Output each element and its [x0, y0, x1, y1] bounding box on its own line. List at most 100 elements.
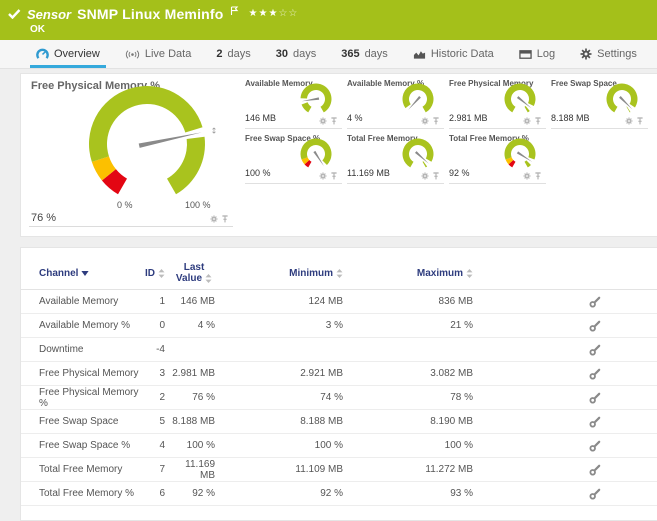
- mini-gauge-tile[interactable]: Free Swap Space 8.188 MB: [551, 78, 648, 129]
- cell-minimum: 100 %: [314, 440, 343, 451]
- gear-icon[interactable]: [319, 117, 327, 125]
- star-icon: ★: [248, 7, 259, 19]
- cell-actions: [477, 416, 657, 428]
- sort-both-icon: [336, 268, 343, 278]
- channel-settings-wrench-icon[interactable]: [589, 392, 601, 404]
- channel-gauge-value: 100 %: [245, 168, 271, 178]
- main-gauge-value: 76 %: [31, 212, 57, 224]
- tab-historic-data[interactable]: Historic Data: [407, 40, 500, 68]
- pin-icon[interactable]: [534, 172, 542, 180]
- tab-settings[interactable]: Settings: [574, 40, 643, 68]
- channel-settings-wrench-icon[interactable]: [589, 368, 601, 380]
- gear-icon[interactable]: [421, 117, 429, 125]
- pin-icon[interactable]: [330, 172, 338, 180]
- status-badge: OK: [30, 24, 45, 35]
- cell-last-value: 8.188 MB: [172, 416, 215, 427]
- pin-icon[interactable]: [221, 215, 229, 223]
- gear-icon[interactable]: [625, 117, 633, 125]
- tab-2-days[interactable]: 2 days: [210, 40, 256, 68]
- tab-overview[interactable]: Overview: [30, 40, 106, 68]
- mini-gauge-tile[interactable]: Free Physical Memory 2.981 MB: [449, 78, 546, 129]
- tab-365-days[interactable]: 365 days: [335, 40, 394, 68]
- gear-icon[interactable]: [210, 215, 218, 223]
- sensor-header: Sensor SNMP Linux Meminfo ★★★☆☆ OK: [0, 0, 657, 40]
- table-row[interactable]: Total Free Memory % 6 92 % 92 % 93 %: [21, 482, 657, 506]
- table-row[interactable]: Free Physical Memory % 2 76 % 74 % 78 %: [21, 386, 657, 410]
- star-icon: ☆: [288, 7, 299, 19]
- mini-gauge-tile[interactable]: Total Free Memory 11.169 MB: [347, 133, 444, 184]
- channel-gauge: [504, 138, 536, 168]
- cell-maximum: 3.082 MB: [430, 368, 473, 379]
- cell-actions: [477, 440, 657, 452]
- cell-minimum: 74 %: [320, 392, 343, 403]
- table-row[interactable]: Available Memory % 0 4 % 3 % 21 %: [21, 314, 657, 338]
- pin-icon[interactable]: [432, 117, 440, 125]
- gear-icon[interactable]: [319, 172, 327, 180]
- tab-30-days[interactable]: 30 days: [270, 40, 323, 68]
- channel-gauge-actions: [523, 172, 542, 180]
- pin-icon[interactable]: [636, 117, 644, 125]
- status-check-icon: [8, 9, 21, 19]
- channel-settings-wrench-icon[interactable]: [589, 416, 601, 428]
- gauges-panel: Free Physical Memory % ↕ 0 % 100 % 76 % …: [20, 73, 657, 237]
- cell-minimum: 11.109 MB: [295, 464, 343, 475]
- channel-gauge-actions: [319, 117, 338, 125]
- pin-icon[interactable]: [432, 172, 440, 180]
- channel-settings-wrench-icon[interactable]: [589, 320, 601, 332]
- cell-actions: [477, 392, 657, 404]
- cell-last-value: 11.169 MB: [185, 458, 215, 481]
- cell-maximum: 78 %: [450, 392, 473, 403]
- pin-icon[interactable]: [534, 117, 542, 125]
- column-header-maximum[interactable]: Maximum: [347, 268, 477, 279]
- table-row[interactable]: Free Physical Memory 3 2.981 MB 2.921 MB 3.0…: [21, 362, 657, 386]
- tab-log[interactable]: Log: [513, 40, 561, 68]
- pin-icon[interactable]: [330, 117, 338, 125]
- column-header-channel[interactable]: Channel: [39, 268, 139, 279]
- historic-data-chart-icon: [413, 50, 425, 59]
- gear-icon[interactable]: [523, 117, 531, 125]
- channel-gauge-value: 2.981 MB: [449, 113, 488, 123]
- main-gauge-actions: [210, 215, 229, 223]
- cell-actions: [477, 296, 657, 308]
- cell-minimum: 8.188 MB: [300, 416, 343, 427]
- channel-settings-wrench-icon[interactable]: [589, 344, 601, 356]
- cell-maximum: 8.190 MB: [430, 416, 473, 427]
- table-row[interactable]: Available Memory 1 146 MB 124 MB 836 MB: [21, 290, 657, 314]
- column-header-last-value[interactable]: Last Value: [169, 262, 219, 284]
- main-gauge-tile[interactable]: Free Physical Memory % ↕ 0 % 100 % 76 %: [29, 78, 233, 227]
- mini-gauge-tile[interactable]: Available Memory % 4 %: [347, 78, 444, 129]
- priority-stars[interactable]: ★★★☆☆: [249, 8, 299, 19]
- star-icon: ★: [268, 7, 279, 19]
- channel-settings-wrench-icon[interactable]: [589, 488, 601, 500]
- cell-channel: Free Swap Space %: [39, 440, 131, 451]
- overview-gauge-icon: [36, 48, 49, 59]
- star-icon: ★: [258, 7, 269, 19]
- cell-actions: [477, 488, 657, 500]
- mini-gauge-tile[interactable]: Free Swap Space % 100 %: [245, 133, 342, 184]
- column-header-id[interactable]: ID: [139, 268, 169, 279]
- channel-table: Channel ID Last Value Minimum Maximum Av…: [21, 248, 657, 506]
- cell-id: 3: [159, 368, 165, 379]
- flag-icon[interactable]: [230, 6, 239, 16]
- channel-settings-wrench-icon[interactable]: [589, 440, 601, 452]
- column-header-minimum[interactable]: Minimum: [219, 268, 347, 279]
- table-row[interactable]: Free Swap Space % 4 100 % 100 % 100 %: [21, 434, 657, 458]
- sort-desc-icon: [81, 271, 90, 276]
- table-row[interactable]: Total Free Memory 7 11.169 MB 11.109 MB 11.2…: [21, 458, 657, 482]
- cell-maximum: 93 %: [450, 488, 473, 499]
- tab-live-data[interactable]: Live Data: [119, 40, 197, 68]
- channel-gauge: [300, 138, 332, 168]
- table-row[interactable]: Downtime -4: [21, 338, 657, 362]
- mini-gauge-tile[interactable]: Available Memory 146 MB: [245, 78, 342, 129]
- gear-icon[interactable]: [523, 172, 531, 180]
- table-row[interactable]: Free Swap Space 5 8.188 MB 8.188 MB 8.190 MB: [21, 410, 657, 434]
- channel-settings-wrench-icon[interactable]: [589, 464, 601, 476]
- mini-gauge-tile[interactable]: Total Free Memory % 92 %: [449, 133, 546, 184]
- cell-id: 7: [159, 464, 165, 475]
- channel-settings-wrench-icon[interactable]: [589, 296, 601, 308]
- cell-minimum: 2.921 MB: [300, 368, 343, 379]
- gear-icon[interactable]: [421, 172, 429, 180]
- cell-last-value: 100 %: [186, 440, 215, 451]
- sort-both-icon: [205, 274, 212, 283]
- cell-id: -4: [156, 344, 165, 355]
